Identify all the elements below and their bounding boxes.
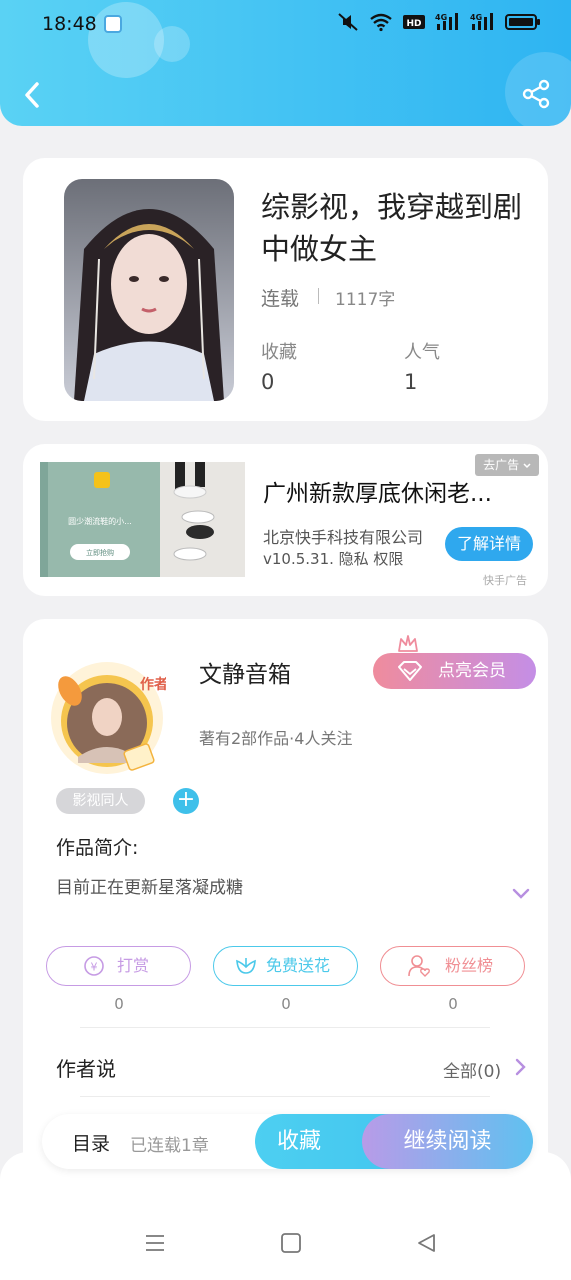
mute-icon bbox=[338, 13, 358, 31]
intro-text: 目前正在更新星落凝成糖 bbox=[56, 878, 243, 898]
fan-count: 0 bbox=[448, 995, 458, 1013]
svg-text:立即抢购: 立即抢购 bbox=[86, 548, 114, 557]
genre-tag[interactable]: 影视同人 bbox=[56, 788, 145, 814]
diamond-icon bbox=[398, 661, 422, 681]
continue-reading-button[interactable]: 继续阅读 bbox=[362, 1114, 533, 1169]
book-title: 综影视，我穿越到剧中做女主 bbox=[261, 190, 523, 266]
vip-button[interactable]: 点亮会员 bbox=[373, 653, 536, 689]
toc-status: 已连载1章 bbox=[130, 1136, 209, 1156]
share-icon[interactable] bbox=[520, 78, 552, 110]
svg-text:作者: 作者 bbox=[140, 676, 166, 693]
author-meta: 著有2部作品·4人关注 bbox=[199, 729, 353, 748]
crown-icon bbox=[398, 635, 418, 652]
author-avatar[interactable]: 作者 bbox=[48, 659, 168, 777]
ad-card[interactable]: 立即抢购 圆少潮流鞋的小... 去广告 广州新款厚底休闲老... 北京快手科技有… bbox=[23, 444, 548, 596]
decor-bubble bbox=[88, 2, 164, 78]
bottom-action-bar: 目录 已连载1章 收藏 继续阅读 bbox=[42, 1114, 533, 1169]
svg-text:¥: ¥ bbox=[91, 961, 98, 974]
yuan-coin-icon: ¥ bbox=[84, 956, 104, 976]
svg-text:4G: 4G bbox=[470, 13, 482, 22]
wifi-icon bbox=[370, 13, 392, 32]
back-triangle-icon[interactable] bbox=[415, 1232, 437, 1254]
stat-value-popularity: 1 bbox=[404, 370, 418, 394]
decor-bubble bbox=[154, 26, 190, 62]
intro-label: 作品简介: bbox=[56, 837, 139, 859]
author-says-all-link[interactable]: 全部(0) bbox=[443, 1057, 501, 1082]
tip-label: 打赏 bbox=[117, 956, 150, 975]
add-tag-button[interactable]: + bbox=[173, 788, 199, 814]
send-flower-label: 免费送花 bbox=[266, 956, 331, 975]
app-notification-icon bbox=[104, 15, 122, 33]
book-word-count: 1117字 bbox=[335, 290, 396, 310]
app-header: 18:48 HD 4G 4G bbox=[0, 0, 571, 126]
svg-text:4G: 4G bbox=[435, 13, 447, 22]
divider bbox=[80, 1096, 490, 1097]
status-time: 18:48 bbox=[42, 13, 97, 35]
flower-icon bbox=[236, 958, 256, 974]
ad-details-button[interactable]: 了解详情 bbox=[445, 527, 533, 561]
chevron-down-icon bbox=[523, 462, 531, 468]
divider bbox=[80, 1027, 490, 1028]
remove-ad-button[interactable]: 去广告 bbox=[475, 454, 539, 476]
stat-label-favorites: 收藏 bbox=[261, 342, 297, 363]
book-status: 连载 bbox=[261, 288, 300, 310]
fan-ranking-label: 粉丝榜 bbox=[445, 956, 494, 975]
stat-value-favorites: 0 bbox=[261, 370, 275, 394]
user-heart-icon bbox=[408, 955, 430, 977]
signal-4g-icon: 4G bbox=[435, 13, 458, 30]
menu-icon[interactable] bbox=[144, 1232, 166, 1254]
ad-meta[interactable]: v10.5.31. 隐私 权限 bbox=[263, 548, 403, 569]
chevron-right-icon[interactable] bbox=[513, 1057, 527, 1077]
vip-button-label: 点亮会员 bbox=[438, 661, 506, 681]
remove-ad-label: 去广告 bbox=[483, 458, 520, 472]
ad-image[interactable]: 立即抢购 圆少潮流鞋的小... bbox=[40, 462, 245, 577]
hd-icon: HD bbox=[403, 15, 425, 29]
back-icon[interactable] bbox=[18, 78, 48, 112]
author-says-label: 作者说 bbox=[56, 1057, 116, 1081]
svg-text:圆少潮流鞋的小...: 圆少潮流鞋的小... bbox=[68, 516, 132, 526]
home-icon[interactable] bbox=[280, 1232, 302, 1254]
tip-count: 0 bbox=[114, 995, 124, 1013]
fan-ranking-button[interactable]: 粉丝榜 bbox=[380, 946, 525, 986]
svg-text:HD: HD bbox=[406, 19, 421, 29]
divider bbox=[318, 288, 319, 304]
tip-button[interactable]: ¥ 打赏 bbox=[46, 946, 191, 986]
author-card: 作者 文静音箱 著有2部作品·4人关注 点亮会员 影视同人 + 作品简介: 目前… bbox=[23, 619, 548, 1179]
book-cover-image[interactable] bbox=[64, 179, 234, 401]
status-icons: HD 4G 4G bbox=[336, 12, 541, 32]
toc-button[interactable]: 目录 bbox=[72, 1129, 110, 1156]
stat-label-popularity: 人气 bbox=[404, 342, 440, 363]
signal-4g-icon: 4G bbox=[470, 13, 493, 30]
send-flower-button[interactable]: 免费送花 bbox=[213, 946, 358, 986]
battery-icon bbox=[505, 14, 540, 30]
chevron-down-icon[interactable] bbox=[511, 887, 531, 901]
ad-company: 北京快手科技有限公司 bbox=[263, 528, 424, 547]
ad-title[interactable]: 广州新款厚底休闲老... bbox=[263, 474, 492, 508]
author-name[interactable]: 文静音箱 bbox=[199, 655, 291, 689]
ad-source: 快手广告 bbox=[483, 574, 527, 587]
book-info-card: 综影视，我穿越到剧中做女主 连载 1117字 收藏 0 人气 1 bbox=[23, 158, 548, 421]
system-nav-bar bbox=[0, 1152, 571, 1280]
flower-count: 0 bbox=[281, 995, 291, 1013]
